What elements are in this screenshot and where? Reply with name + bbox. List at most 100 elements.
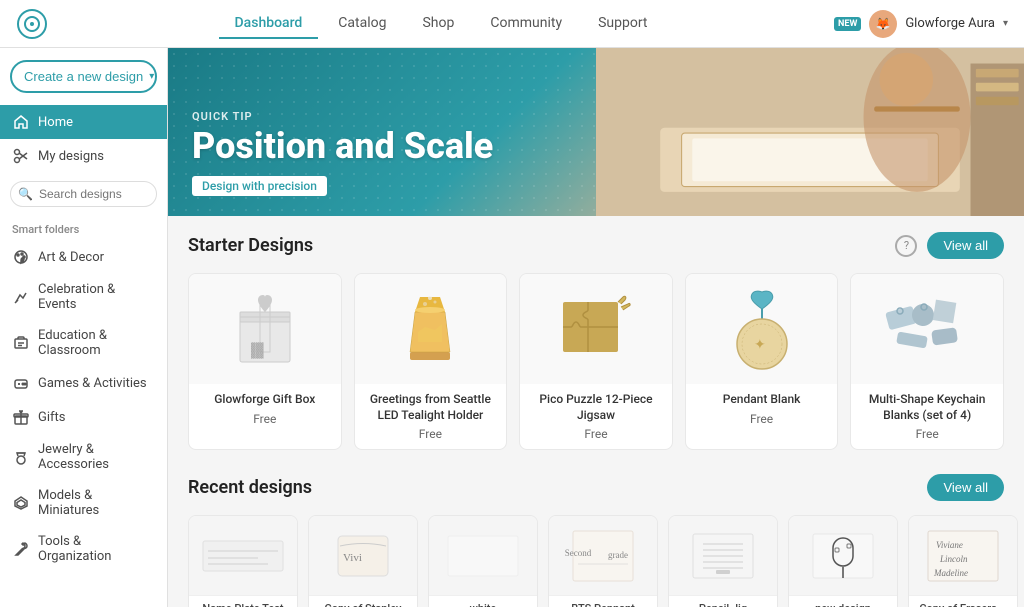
design-card-gift-box-image: ▓▓▓ ▓▓▓ xyxy=(189,274,341,384)
recent-card-bts-banner[interactable]: Second grade BTS Pennant Banner – Wood xyxy=(548,515,658,607)
design-card-puzzle-price: Free xyxy=(530,427,662,441)
recent-card-pencil-jig-title: Pencil Jig xyxy=(677,602,769,607)
design-card-puzzle[interactable]: Pico Puzzle 12-Piece Jigsaw Free xyxy=(519,273,673,450)
design-card-keychains-image xyxy=(851,274,1003,384)
new-badge: NEW xyxy=(834,17,861,31)
sidebar: Create a new design ▾ Home xyxy=(0,48,168,607)
recent-card-erasers[interactable]: Viviane Lincoln Madeline Copy of Erasers… xyxy=(908,515,1018,607)
recent-card-stanley-title: Copy of Stanley Toppers – Acrylic xyxy=(317,602,409,607)
create-new-design-button[interactable]: Create a new design ▾ xyxy=(10,60,157,93)
recent-card-erasers-body: Copy of Erasers – Rubber xyxy=(909,596,1017,607)
recent-card-pencil-jig[interactable]: Pencil Jig xyxy=(668,515,778,607)
nav-tab-catalog[interactable]: Catalog xyxy=(322,9,402,39)
hero-banner[interactable]: Quick Tip Position and Scale Design with… xyxy=(168,48,1024,216)
design-card-puzzle-image xyxy=(520,274,672,384)
logo xyxy=(16,8,48,40)
recent-card-white[interactable]: white xyxy=(428,515,538,607)
recent-card-name-plate-image xyxy=(189,516,297,596)
starter-designs-section: Starter Designs ? View all xyxy=(168,216,1024,458)
svg-text:▓▓▓: ▓▓▓ xyxy=(251,342,264,351)
create-btn-arrow: ▾ xyxy=(149,71,154,82)
sidebar-item-gifts[interactable]: Gifts xyxy=(0,400,167,434)
recent-card-bts-banner-title: BTS Pennant Banner – Wood xyxy=(557,602,649,607)
home-icon xyxy=(12,113,30,131)
games-icon xyxy=(12,374,30,392)
sidebar-main-nav: Home My designs xyxy=(0,105,167,173)
design-card-tealight[interactable]: Greetings from Seattle LED Tealight Hold… xyxy=(354,273,508,450)
help-icon[interactable]: ? xyxy=(895,235,917,257)
starter-designs-view-all-button[interactable]: View all xyxy=(927,232,1004,259)
sidebar-item-games-label: Games & Activities xyxy=(38,376,147,391)
design-card-keychains-title: Multi-Shape Keychain Blanks (set of 4) xyxy=(861,392,993,423)
recent-card-white-image xyxy=(429,516,537,596)
sidebar-item-home[interactable]: Home xyxy=(0,105,167,139)
scissors-icon xyxy=(12,147,30,165)
recent-card-pencil-jig-image xyxy=(669,516,777,596)
design-card-tealight-price: Free xyxy=(365,427,497,441)
svg-text:Vivi: Vivi xyxy=(343,552,362,564)
sidebar-item-celebration-label: Celebration & Events xyxy=(38,282,155,312)
nav-tab-shop[interactable]: Shop xyxy=(406,9,470,39)
design-card-pendant-body: Pendant Blank Free xyxy=(686,384,838,434)
sidebar-item-gifts-label: Gifts xyxy=(38,410,66,425)
smart-folders-label: Smart folders xyxy=(0,215,167,240)
sidebar-item-games-activities[interactable]: Games & Activities xyxy=(0,366,167,400)
tools-icon xyxy=(12,540,30,558)
sidebar-item-tools-organization[interactable]: Tools & Organization xyxy=(0,526,167,572)
recent-card-stanley-body: Copy of Stanley Toppers – Acrylic xyxy=(309,596,417,607)
design-card-gift-box[interactable]: ▓▓▓ ▓▓▓ Glowforge Gift Box Free xyxy=(188,273,342,450)
gift-icon xyxy=(12,408,30,426)
body-layout: Create a new design ▾ Home xyxy=(0,48,1024,607)
sidebar-item-models-miniatures[interactable]: Models & Miniatures xyxy=(0,480,167,526)
design-card-tealight-image xyxy=(355,274,507,384)
recent-card-erasers-image: Viviane Lincoln Madeline xyxy=(909,516,1017,596)
nav-tab-community[interactable]: Community xyxy=(474,9,578,39)
main-content: Quick Tip Position and Scale Design with… xyxy=(168,48,1024,607)
sidebar-item-my-designs[interactable]: My designs xyxy=(0,139,167,173)
design-card-puzzle-body: Pico Puzzle 12-Piece Jigsaw Free xyxy=(520,384,672,449)
recent-designs-section: Recent designs View all Name xyxy=(168,458,1024,607)
sidebar-item-models-label: Models & Miniatures xyxy=(38,488,155,518)
avatar: 🦊 xyxy=(869,10,897,38)
recent-designs-view-all-button[interactable]: View all xyxy=(927,474,1004,501)
create-btn-label: Create a new design xyxy=(24,69,143,84)
sidebar-item-art-decor-label: Art & Decor xyxy=(38,250,104,265)
sidebar-item-jewelry-label: Jewelry & Accessories xyxy=(38,442,155,472)
sidebar-item-celebration-events[interactable]: Celebration & Events xyxy=(0,274,167,320)
design-card-pendant[interactable]: ✦ Pendant Blank Free xyxy=(685,273,839,450)
design-card-gift-box-title: Glowforge Gift Box xyxy=(199,392,331,408)
hero-image-placeholder xyxy=(596,48,1024,216)
recent-card-erasers-title: Copy of Erasers – Rubber xyxy=(917,602,1009,607)
svg-text:Madeline: Madeline xyxy=(933,568,968,578)
recent-designs-title: Recent designs xyxy=(188,477,312,498)
design-card-pendant-image: ✦ xyxy=(686,274,838,384)
sidebar-item-jewelry-accessories[interactable]: Jewelry & Accessories xyxy=(0,434,167,480)
sidebar-item-education-classroom[interactable]: Education & Classroom xyxy=(0,320,167,366)
recent-card-stanley-image: Vivi xyxy=(309,516,417,596)
recent-card-stanley[interactable]: Vivi Copy of Stanley Toppers – Acrylic xyxy=(308,515,418,607)
recent-card-name-plate-title: Name Plate Test xyxy=(197,602,289,607)
hero-quick-tip: Quick Tip xyxy=(192,110,493,123)
recent-card-bts-banner-body: BTS Pennant Banner – Wood xyxy=(549,596,657,607)
recent-card-name-plate[interactable]: Name Plate Test xyxy=(188,515,298,607)
nav-tab-support[interactable]: Support xyxy=(582,9,663,39)
models-icon xyxy=(12,494,30,512)
svg-text:Second: Second xyxy=(565,548,592,558)
recent-card-new-design-title: new design xyxy=(797,602,889,607)
nav-tab-dashboard[interactable]: Dashboard xyxy=(219,9,319,39)
recent-card-new-design[interactable]: new design xyxy=(788,515,898,607)
education-icon xyxy=(12,334,30,352)
starter-designs-header: Starter Designs ? View all xyxy=(188,232,1004,259)
hero-subtitle: Design with precision xyxy=(192,176,327,196)
svg-text:Viviane: Viviane xyxy=(936,540,963,550)
design-card-keychains[interactable]: Multi-Shape Keychain Blanks (set of 4) F… xyxy=(850,273,1004,450)
design-card-pendant-price: Free xyxy=(696,412,828,426)
sidebar-item-art-decor[interactable]: Art & Decor xyxy=(0,240,167,274)
design-card-tealight-title: Greetings from Seattle LED Tealight Hold… xyxy=(365,392,497,423)
jewelry-icon xyxy=(12,448,30,466)
party-icon xyxy=(12,288,30,306)
sidebar-item-tools-label: Tools & Organization xyxy=(38,534,155,564)
hero-text: Quick Tip Position and Scale Design with… xyxy=(192,110,493,196)
design-card-pendant-title: Pendant Blank xyxy=(696,392,828,408)
user-menu-chevron[interactable]: ▾ xyxy=(1003,18,1008,29)
